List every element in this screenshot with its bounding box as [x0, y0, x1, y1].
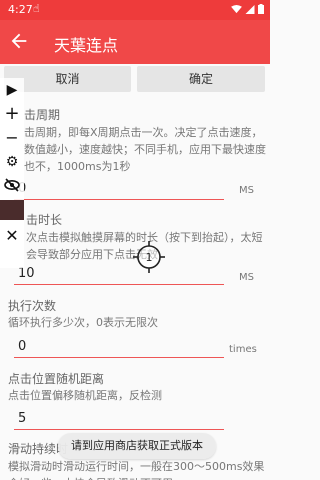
period-input[interactable]: 0 [14, 178, 224, 200]
count-desc: 循环执行多少次，0表示无限次 [8, 316, 158, 329]
gear-icon[interactable]: ⚙ [4, 154, 20, 170]
close-icon[interactable]: ✕ [4, 228, 20, 244]
confirm-button[interactable]: 确定 [137, 66, 265, 92]
thumbnail-image [0, 200, 24, 220]
action-buttons: 取消 确定 [0, 64, 270, 94]
play-icon[interactable]: ▶ [4, 82, 20, 98]
period-unit: MS [239, 185, 254, 196]
press-input[interactable]: 10 [14, 263, 224, 285]
period-title: 击周期 [24, 108, 61, 122]
remove-icon[interactable]: − [4, 130, 20, 146]
signal-icon [245, 4, 255, 14]
period-desc: 击周期，即每X周期点击一次。决定了点击速度，数值越小，速度越快；不同手机，应用下… [24, 126, 266, 173]
settings-form: 击周期 击周期，即每X周期点击一次。决定了点击速度，数值越小，速度越快；不同手机… [0, 98, 270, 480]
page-title: 天葉连点 [54, 36, 119, 55]
target-marker-label: 1 [146, 251, 153, 264]
press-unit: MS [239, 272, 254, 283]
app-bar: 天葉连点 [0, 20, 270, 64]
toast-message: 请到应用商店获取正式版本 [58, 433, 216, 459]
floating-toolbar: ▶ + − ⚙ ✕ [0, 78, 24, 268]
count-unit: times [229, 344, 257, 355]
battery-icon [258, 4, 264, 14]
back-arrow-icon[interactable] [8, 30, 30, 52]
status-bar: 4:27 ☝ [0, 0, 270, 20]
random-input[interactable]: 5 [14, 408, 224, 430]
status-time: 4:27 [8, 3, 33, 16]
wifi-icon [231, 4, 242, 13]
press-title: 击时长 [26, 213, 63, 227]
click-target-marker[interactable]: 1 [133, 241, 165, 273]
random-desc: 点击位置偏移随机距离，反检测 [8, 389, 162, 402]
swipe-desc: 模拟滑动时滑动运行时间，一般在300～500ms效果会好一些，太快会导致滑动不可… [8, 460, 265, 480]
system-icons [231, 4, 264, 14]
count-input[interactable]: 0 [14, 336, 224, 358]
touch-hand-icon: ☝ [33, 2, 40, 15]
random-title: 点击位置随机距离 [8, 372, 105, 386]
add-icon[interactable]: + [4, 105, 20, 123]
hide-eye-icon[interactable] [4, 178, 20, 194]
count-title: 执行次数 [8, 299, 57, 313]
